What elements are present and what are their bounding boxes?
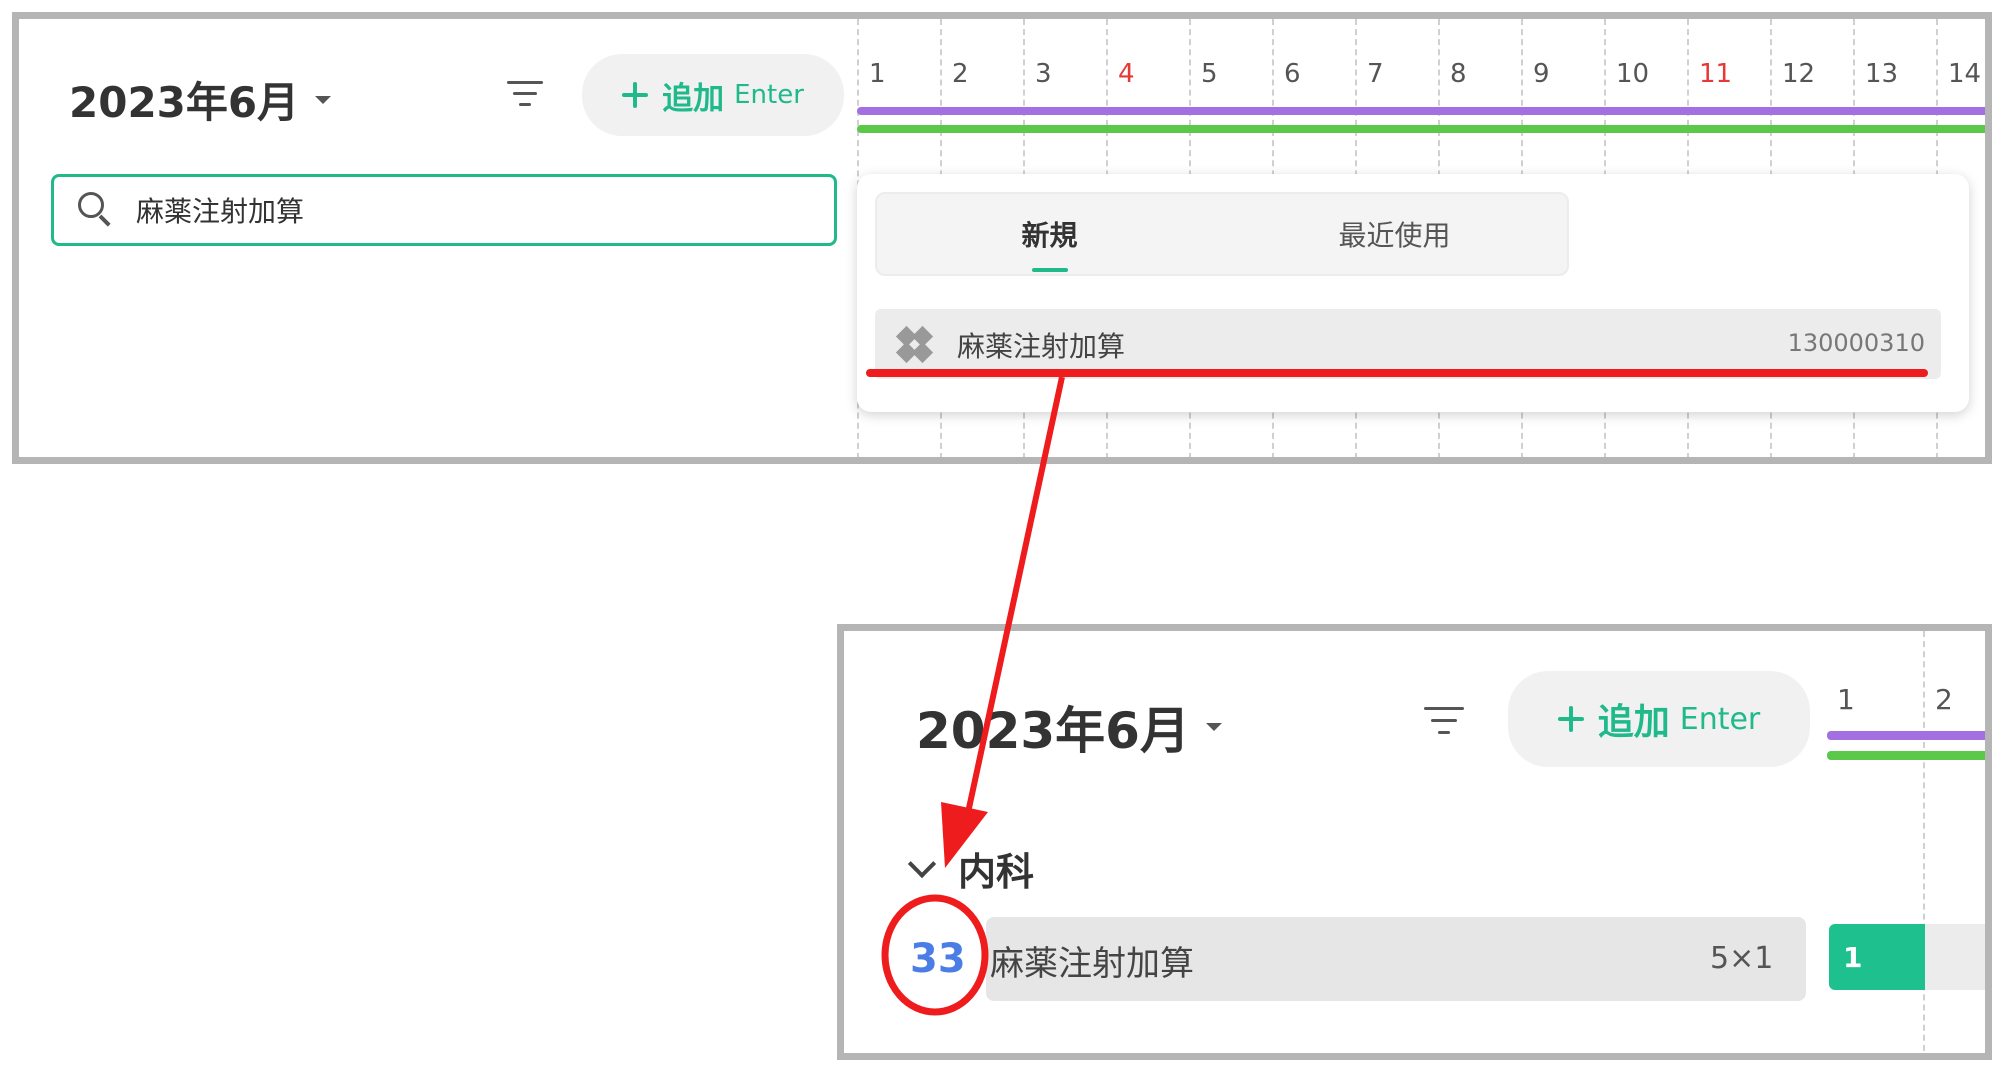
result-name: 麻薬注射加算 — [957, 330, 1126, 363]
chevron-down-icon[interactable] — [907, 849, 937, 878]
tab-new[interactable]: 新規 — [877, 194, 1222, 274]
day-label: 4 — [1118, 59, 1135, 89]
day-label: 12 — [1782, 59, 1816, 89]
period-bar-purple — [857, 107, 1985, 115]
bottom-screenshot-panel: 2023年6月 追加 Enter 12 内科 33 麻薬注射加算 5×1 1 — [837, 624, 1992, 1060]
search-input[interactable] — [134, 192, 778, 228]
add-button[interactable]: 追加 Enter — [1508, 671, 1810, 767]
filter-icon[interactable] — [1424, 707, 1464, 737]
day-label: 6 — [1284, 59, 1301, 89]
add-button-label: 追加 — [1597, 702, 1670, 743]
tab-recent[interactable]: 最近使用 — [1222, 194, 1567, 274]
search-field[interactable] — [51, 174, 837, 246]
period-bar-green — [1827, 751, 1985, 760]
day-column: 1 — [1827, 631, 1923, 1053]
filter-icon[interactable] — [507, 81, 543, 109]
period-bar-green — [857, 125, 1985, 133]
month-label: 2023年6月 — [69, 78, 300, 127]
period-bar-purple — [1827, 731, 1985, 740]
day-label: 3 — [1035, 59, 1052, 89]
result-code: 130000310 — [1787, 329, 1925, 357]
day-label: 11 — [1699, 59, 1733, 89]
timeline-grid: 12 — [1827, 631, 1985, 1053]
bandage-icon — [895, 325, 935, 364]
day-cell[interactable]: 1 — [1829, 924, 1925, 990]
top-screenshot-panel: 2023年6月 追加 Enter 1234567891011121314 新規 … — [12, 12, 1992, 464]
day-label: 5 — [1201, 59, 1218, 89]
day-label: 7 — [1367, 59, 1384, 89]
month-selector[interactable]: 2023年6月 — [916, 691, 1222, 763]
month-selector[interactable]: 2023年6月 — [69, 69, 332, 130]
day-label: 2 — [1935, 683, 1953, 716]
enter-hint: Enter — [734, 80, 804, 110]
day-label: 14 — [1948, 59, 1982, 89]
plus-icon — [622, 82, 649, 108]
day-label: 2 — [952, 59, 969, 89]
month-label: 2023年6月 — [916, 702, 1190, 760]
day-label: 10 — [1616, 59, 1650, 89]
row-dosage: 5×1 — [1710, 941, 1774, 976]
annotation-underline — [866, 369, 1928, 377]
day-cell-empty[interactable] — [1925, 924, 1985, 990]
caret-down-icon — [315, 95, 332, 104]
group-name: 内科 — [958, 850, 1035, 894]
day-label: 8 — [1450, 59, 1467, 89]
row-name: 麻薬注射加算 — [990, 944, 1194, 984]
day-label: 13 — [1865, 59, 1899, 89]
enter-hint: Enter — [1679, 701, 1761, 737]
group-header[interactable]: 内科 — [907, 841, 1035, 896]
plus-icon — [1557, 706, 1584, 732]
add-button-label: 追加 — [662, 80, 725, 117]
add-button[interactable]: 追加 Enter — [582, 54, 844, 136]
day-label: 1 — [1837, 683, 1855, 716]
caret-down-icon — [1205, 723, 1222, 731]
dropdown-tabs: 新規 最近使用 — [875, 192, 1569, 276]
row-count: 33 — [910, 936, 966, 982]
day-label: 1 — [869, 59, 886, 89]
day-column: 2 — [1923, 631, 1985, 1053]
search-icon — [76, 190, 116, 230]
day-label: 9 — [1533, 59, 1550, 89]
